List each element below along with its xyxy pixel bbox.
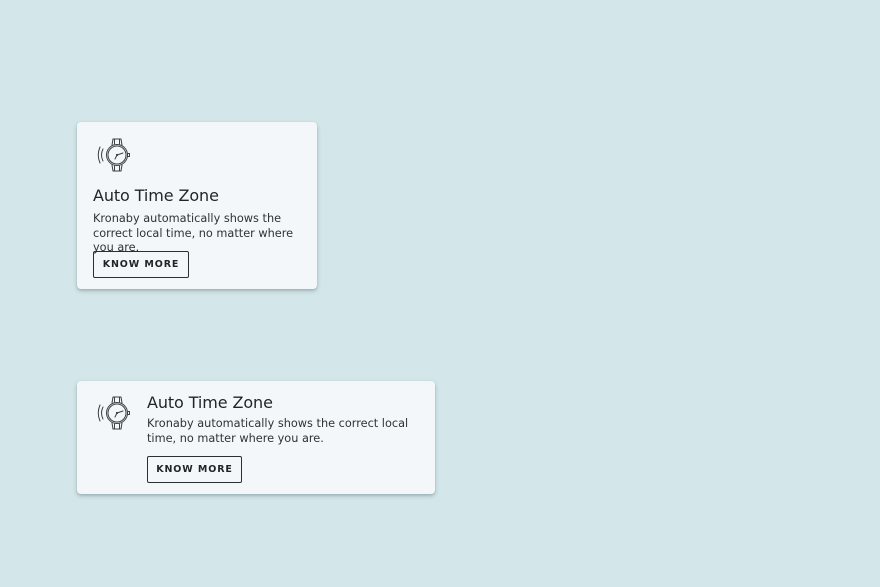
info-card-vertical: Auto Time Zone Kronaby automatically sho… <box>77 122 317 289</box>
card-description: Kronaby automatically shows the correct … <box>93 212 294 254</box>
info-card-horizontal: Auto Time Zone Kronaby automatically sho… <box>77 381 435 494</box>
card-title: Auto Time Zone <box>147 393 273 412</box>
know-more-button[interactable]: KNOW MORE <box>147 456 242 483</box>
know-more-button[interactable]: KNOW MORE <box>93 251 189 278</box>
card-description: Kronaby automatically shows the correct … <box>147 417 409 445</box>
watch-icon <box>97 136 131 174</box>
watch-icon <box>97 394 131 432</box>
card-title: Auto Time Zone <box>93 186 219 205</box>
